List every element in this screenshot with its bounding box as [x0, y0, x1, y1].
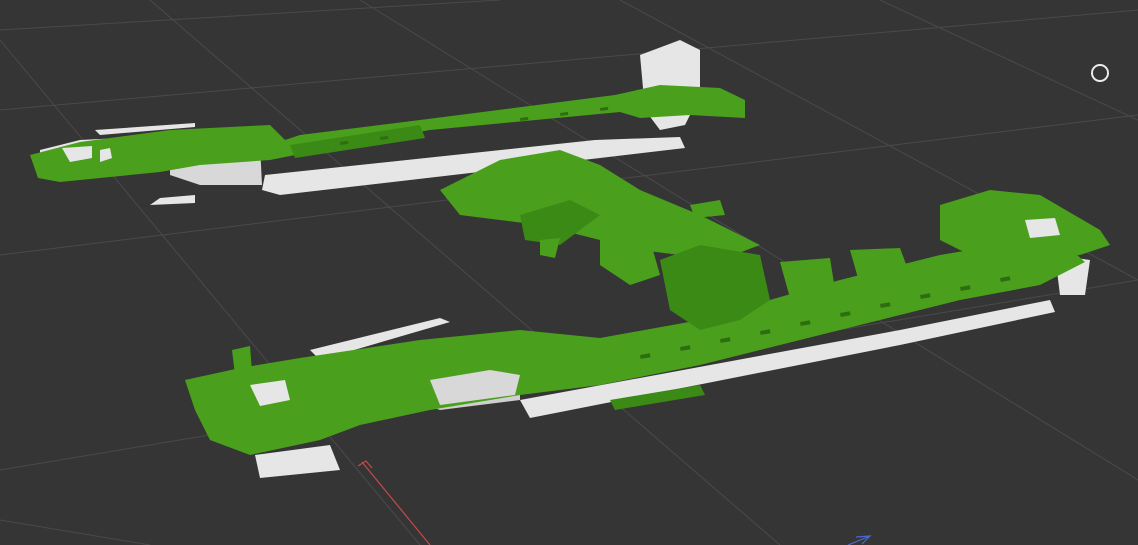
x-axis-line	[361, 461, 431, 545]
x-axis-arrow	[357, 460, 373, 469]
scene-canvas[interactable]	[0, 0, 1138, 545]
3d-viewport[interactable]	[0, 0, 1138, 545]
orbit-circle-icon[interactable]	[1091, 64, 1109, 82]
axis-lines	[357, 460, 872, 545]
